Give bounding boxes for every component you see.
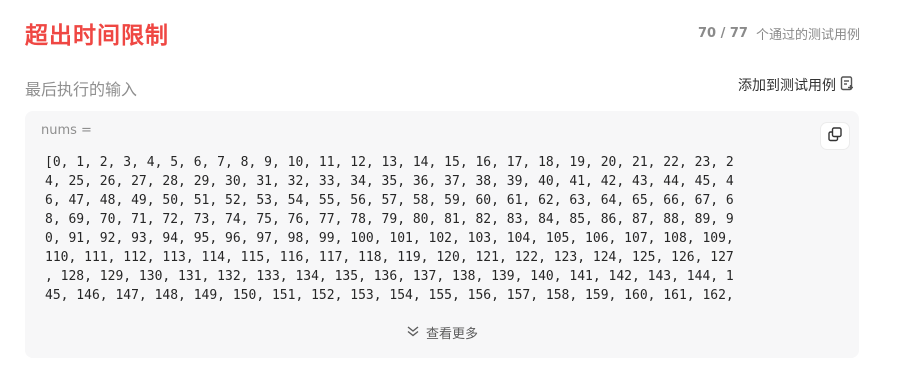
double-chevron-down-icon — [406, 324, 420, 342]
input-panel: nums = [0, 1, 2, 3, 4, 5, 6, 7, 8, 9, 10… — [25, 111, 859, 358]
value-line: 6, 47, 48, 49, 50, 51, 52, 53, 54, 55, 5… — [45, 193, 734, 208]
value-line: [0, 1, 2, 3, 4, 5, 6, 7, 8, 9, 10, 11, 1… — [45, 155, 734, 170]
value-line: , 128, 129, 130, 131, 132, 133, 134, 135… — [45, 269, 734, 284]
passed-label: 个通过的测试用例 — [755, 28, 860, 43]
copy-icon — [827, 126, 843, 146]
add-to-testcase-label: 添加到测试用例 — [738, 78, 836, 94]
pass-count: 70 / 77 个通过的测试用例 — [698, 24, 860, 43]
total-number: 77 — [729, 26, 748, 41]
count-separator: / — [720, 26, 726, 41]
result-status-title: 超出时间限制 — [25, 23, 169, 49]
param-name: nums = — [41, 123, 92, 138]
show-more-button[interactable]: 查看更多 — [25, 323, 859, 342]
copy-button[interactable] — [821, 123, 849, 149]
value-line: 45, 146, 147, 148, 149, 150, 151, 152, 1… — [45, 288, 734, 303]
value-line: 8, 69, 70, 71, 72, 73, 74, 75, 76, 77, 7… — [45, 212, 734, 227]
clipboard-add-icon — [839, 75, 855, 95]
passed-number: 70 — [697, 26, 717, 41]
show-more-label: 查看更多 — [425, 327, 478, 342]
value-line: 110, 111, 112, 113, 114, 115, 116, 117, … — [45, 250, 734, 265]
passed-count: 70 / 77 — [698, 26, 748, 41]
last-input-label: 最后执行的输入 — [25, 80, 138, 99]
add-to-testcase-button[interactable]: 添加到测试用例 — [738, 75, 855, 95]
input-value: [0, 1, 2, 3, 4, 5, 6, 7, 8, 9, 10, 11, 1… — [45, 153, 845, 305]
value-line: 4, 25, 26, 27, 28, 29, 30, 31, 32, 33, 3… — [45, 174, 734, 189]
value-line: 0, 91, 92, 93, 94, 95, 96, 97, 98, 99, 1… — [45, 231, 734, 246]
